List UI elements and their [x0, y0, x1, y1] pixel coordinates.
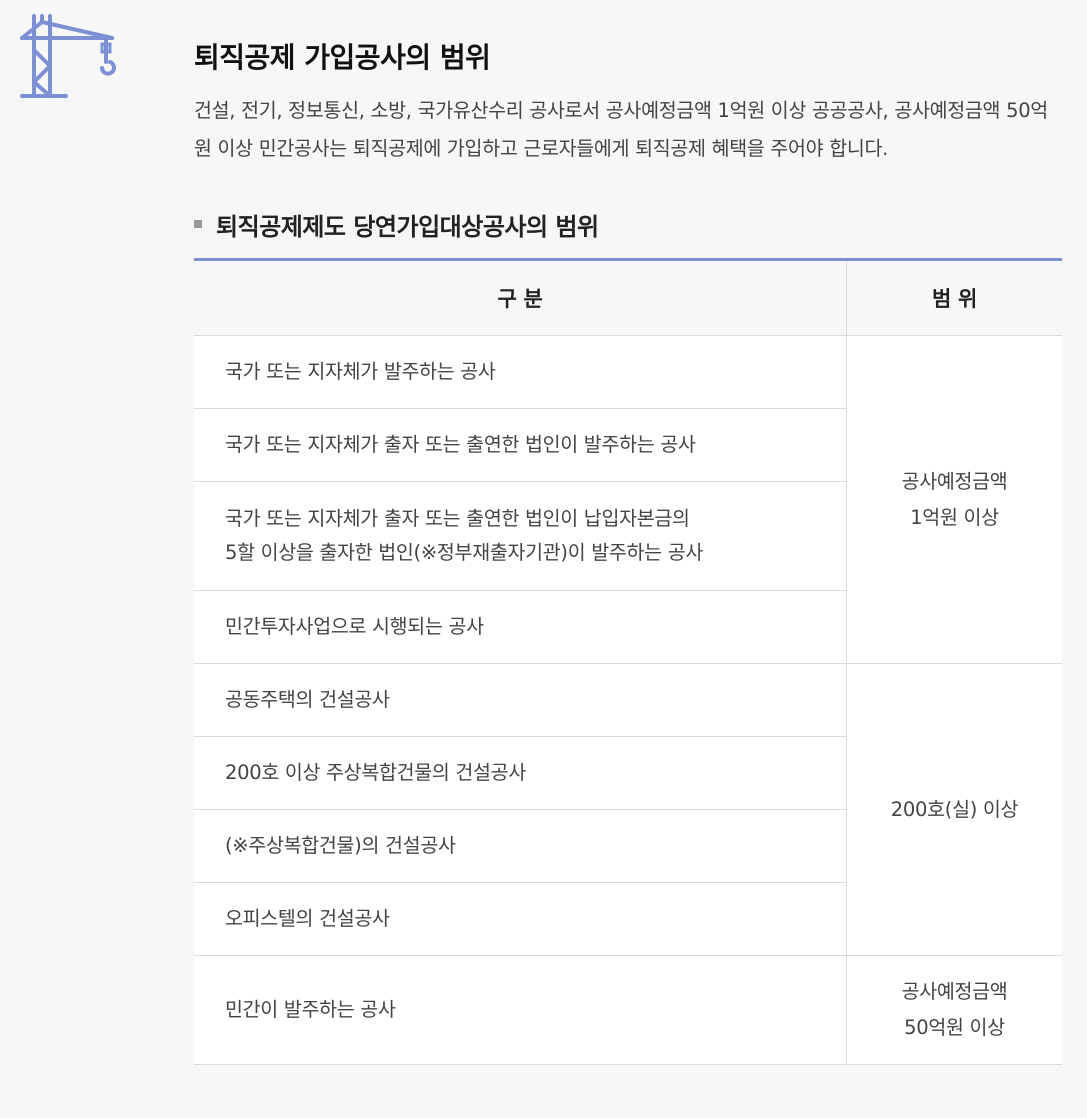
main-content: 퇴직공제 가입공사의 범위 건설, 전기, 정보통신, 소방, 국가유산수리 공… — [194, 38, 1062, 1065]
table-cell-range: 공사예정금액 1억원 이상 — [846, 335, 1062, 664]
section-heading: 퇴직공제제도 당연가입대상공사의 범위 — [194, 204, 1062, 244]
table-cell-category: 공동주택의 건설공사 — [194, 663, 847, 737]
table-row: 민간이 발주하는 공사 공사예정금액 50억원 이상 — [194, 955, 1062, 1065]
table-cell-category: 200호 이상 주상복합건물의 건설공사 — [194, 736, 847, 810]
column-header-category: 구 분 — [194, 259, 847, 336]
table-cell-category: 민간투자사업으로 시행되는 공사 — [194, 590, 847, 664]
page-description: 건설, 전기, 정보통신, 소방, 국가유산수리 공사로서 공사예정금액 1억원… — [194, 99, 1048, 160]
table-cell-category: 오피스텔의 건설공사 — [194, 882, 847, 956]
table-cell-category: 국가 또는 지자체가 발주하는 공사 — [194, 335, 847, 409]
scope-table: 구 분 범 위 국가 또는 지자체가 발주하는 공사 공사예정금액 1억원 이상… — [194, 258, 1062, 1065]
table-cell-category: 국가 또는 지자체가 출자 또는 출연한 법인이 발주하는 공사 — [194, 408, 847, 482]
section-subtitle: 퇴직공제제도 당연가입대상공사의 범위 — [216, 212, 599, 241]
table-cell-range: 공사예정금액 50억원 이상 — [846, 955, 1062, 1065]
page-title: 퇴직공제 가입공사의 범위 — [194, 41, 491, 74]
square-bullet-icon — [194, 220, 202, 228]
table-cell-category: 국가 또는 지자체가 출자 또는 출연한 법인이 납입자본금의 5할 이상을 출… — [194, 481, 847, 591]
table-row: 국가 또는 지자체가 발주하는 공사 공사예정금액 1억원 이상 — [194, 335, 1062, 664]
table-cell-category: (※주상복합건물)의 건설공사 — [194, 809, 847, 883]
table-header-row: 구 분 범 위 — [194, 259, 1062, 336]
crane-icon — [18, 12, 118, 102]
table-cell-range: 200호(실) 이상 — [846, 663, 1062, 956]
table-row: 공동주택의 건설공사 200호(실) 이상 — [194, 663, 1062, 956]
table-cell-category: 민간이 발주하는 공사 — [194, 955, 847, 1065]
column-header-range: 범 위 — [846, 259, 1062, 336]
